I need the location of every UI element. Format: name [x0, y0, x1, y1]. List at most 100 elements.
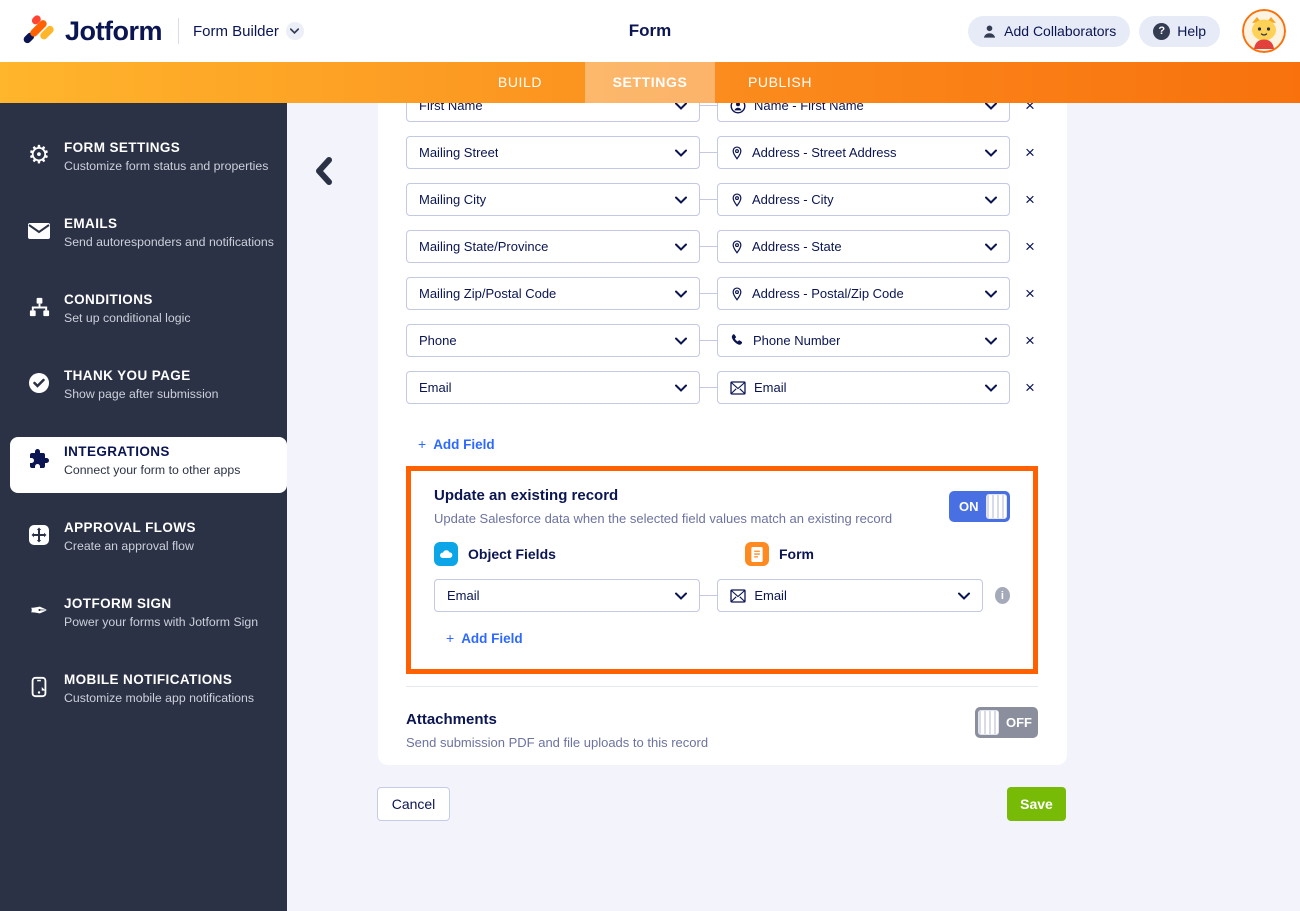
settings-sidebar: ⚙ FORM SETTINGS Customize form status an…: [0, 103, 287, 911]
chevron-down-icon: [985, 243, 997, 251]
info-icon[interactable]: i: [994, 587, 1010, 604]
mapping-column-headers: Object Fields Form: [434, 542, 1010, 566]
add-field-label: Add Field: [461, 630, 523, 646]
field-mapping-row: Phone Phone Number ×: [406, 324, 1038, 357]
toggle-off-label: OFF: [1006, 715, 1032, 730]
field-mapping-list: First Name Name - First Name × Mailing S…: [378, 103, 1067, 750]
object-field-value: Email: [419, 380, 452, 395]
sidebar-item-subtitle: Set up conditional logic: [64, 311, 191, 325]
integration-settings-card: First Name Name - First Name × Mailing S…: [378, 103, 1067, 765]
remove-row-button[interactable]: ×: [1022, 103, 1038, 114]
mapping-connector: [700, 152, 717, 153]
section-subtitle: Update Salesforce data when the selected…: [434, 511, 893, 526]
mapping-connector: [700, 199, 717, 200]
remove-row-button[interactable]: ×: [1022, 379, 1038, 396]
sidebar-item-title: EMAILS: [64, 216, 118, 231]
help-button[interactable]: ? Help: [1139, 15, 1220, 47]
sidebar-item-approval-flows[interactable]: APPROVAL FLOWS Create an approval flow: [0, 513, 287, 569]
form-field-select[interactable]: Email: [717, 579, 983, 612]
chevron-down-icon: [985, 290, 997, 298]
form-field-value: Address - Postal/Zip Code: [752, 286, 904, 301]
form-field-select[interactable]: Name - First Name: [717, 103, 1010, 122]
update-record-toggle[interactable]: ON: [949, 491, 1010, 522]
mapping-connector: [700, 387, 717, 388]
sidebar-item-mobile-notifications[interactable]: MOBILE NOTIFICATIONS Customize mobile ap…: [0, 665, 287, 721]
header-divider: [178, 18, 179, 44]
field-mapping-row: Mailing Street Address - Street Address …: [406, 136, 1038, 169]
tab-build[interactable]: BUILD: [455, 62, 585, 103]
sidebar-item-subtitle: Send autoresponders and notifications: [64, 235, 274, 249]
attachments-toggle[interactable]: OFF: [975, 707, 1038, 738]
object-field-select[interactable]: Phone: [406, 324, 700, 357]
form-field-select[interactable]: Address - State: [717, 230, 1010, 263]
remove-row-button[interactable]: ×: [1022, 144, 1038, 161]
sidebar-item-subtitle: Customize form status and properties: [64, 159, 269, 173]
remove-row-button[interactable]: ×: [1022, 332, 1038, 349]
mobile-icon: [26, 674, 52, 700]
remove-row-button[interactable]: ×: [1022, 238, 1038, 255]
object-field-select[interactable]: Email: [406, 371, 700, 404]
tab-publish[interactable]: PUBLISH: [715, 62, 845, 103]
object-fields-header-label: Object Fields: [468, 546, 556, 562]
collapse-panel-button[interactable]: [306, 152, 340, 190]
product-switcher[interactable]: Form Builder: [193, 22, 304, 40]
attachments-title: Attachments: [406, 711, 497, 728]
toggle-on-label: ON: [959, 499, 979, 514]
add-collaborators-button[interactable]: Add Collaborators: [968, 15, 1131, 47]
sidebar-item-thank-you-page[interactable]: THANK YOU PAGE Show page after submissio…: [0, 361, 287, 417]
object-field-value: Mailing State/Province: [419, 239, 549, 254]
object-field-select[interactable]: Mailing Zip/Postal Code: [406, 277, 700, 310]
field-mapping-row: Mailing City Address - City ×: [406, 183, 1038, 216]
map-pin-icon: [730, 239, 744, 255]
chevron-down-icon: [675, 196, 687, 204]
approval-flows-icon: [26, 522, 52, 548]
add-field-label: Add Field: [433, 436, 495, 452]
field-mapping-row: Mailing State/Province Address - State ×: [406, 230, 1038, 263]
save-button[interactable]: Save: [1007, 787, 1066, 821]
form-field-select[interactable]: Address - Postal/Zip Code: [717, 277, 1010, 310]
email-icon: [730, 380, 746, 395]
sidebar-item-conditions[interactable]: CONDITIONS Set up conditional logic: [0, 285, 287, 341]
toggle-knob: [985, 494, 1007, 519]
sidebar-item-title: JOTFORM SIGN: [64, 596, 172, 611]
field-mapping-row: First Name Name - First Name ×: [406, 103, 1038, 122]
sidebar-item-integrations[interactable]: INTEGRATIONS Connect your form to other …: [10, 437, 287, 493]
chevron-down-icon: [675, 384, 687, 392]
add-field-button[interactable]: + Add Field: [446, 630, 523, 646]
remove-row-button[interactable]: ×: [1022, 191, 1038, 208]
object-field-value: Mailing Street: [419, 145, 499, 160]
toggle-knob: [978, 710, 999, 735]
object-field-value: First Name: [419, 103, 483, 113]
avatar[interactable]: [1242, 9, 1286, 53]
object-field-select[interactable]: Mailing State/Province: [406, 230, 700, 263]
object-field-select[interactable]: Email: [434, 579, 701, 612]
chevron-down-icon: [675, 149, 687, 157]
object-field-select[interactable]: Mailing City: [406, 183, 700, 216]
object-field-value: Email: [447, 588, 480, 603]
mapping-connector: [700, 595, 718, 596]
form-field-select[interactable]: Phone Number: [717, 324, 1010, 357]
jotform-logo[interactable]: Jotform: [22, 14, 163, 48]
object-field-select[interactable]: Mailing Street: [406, 136, 700, 169]
chevron-down-icon: [957, 592, 970, 600]
sidebar-item-emails[interactable]: EMAILS Send autoresponders and notificat…: [0, 209, 287, 265]
pen-nib-icon: ✒: [29, 598, 49, 623]
form-field-select[interactable]: Address - City: [717, 183, 1010, 216]
sidebar-item-jotform-sign[interactable]: ✒ JOTFORM SIGN Power your forms with Jot…: [0, 589, 287, 645]
attachments-section: Attachments Send submission PDF and file…: [406, 687, 1038, 750]
sidebar-item-form-settings[interactable]: ⚙ FORM SETTINGS Customize form status an…: [0, 133, 287, 189]
cancel-button[interactable]: Cancel: [377, 787, 450, 821]
form-field-value: Address - State: [752, 239, 842, 254]
mapping-connector: [700, 105, 717, 106]
form-field-select[interactable]: Email: [717, 371, 1010, 404]
builder-navbar: BUILD SETTINGS PUBLISH: [0, 62, 1300, 103]
form-field-select[interactable]: Address - Street Address: [717, 136, 1010, 169]
email-icon: [730, 588, 746, 603]
form-header: Form: [745, 542, 814, 566]
tab-settings[interactable]: SETTINGS: [585, 62, 715, 103]
add-field-button[interactable]: + Add Field: [418, 436, 495, 452]
object-fields-header: Object Fields: [434, 542, 745, 566]
salesforce-cloud-icon: [434, 542, 458, 566]
remove-row-button[interactable]: ×: [1022, 285, 1038, 302]
object-field-select[interactable]: First Name: [406, 103, 700, 122]
